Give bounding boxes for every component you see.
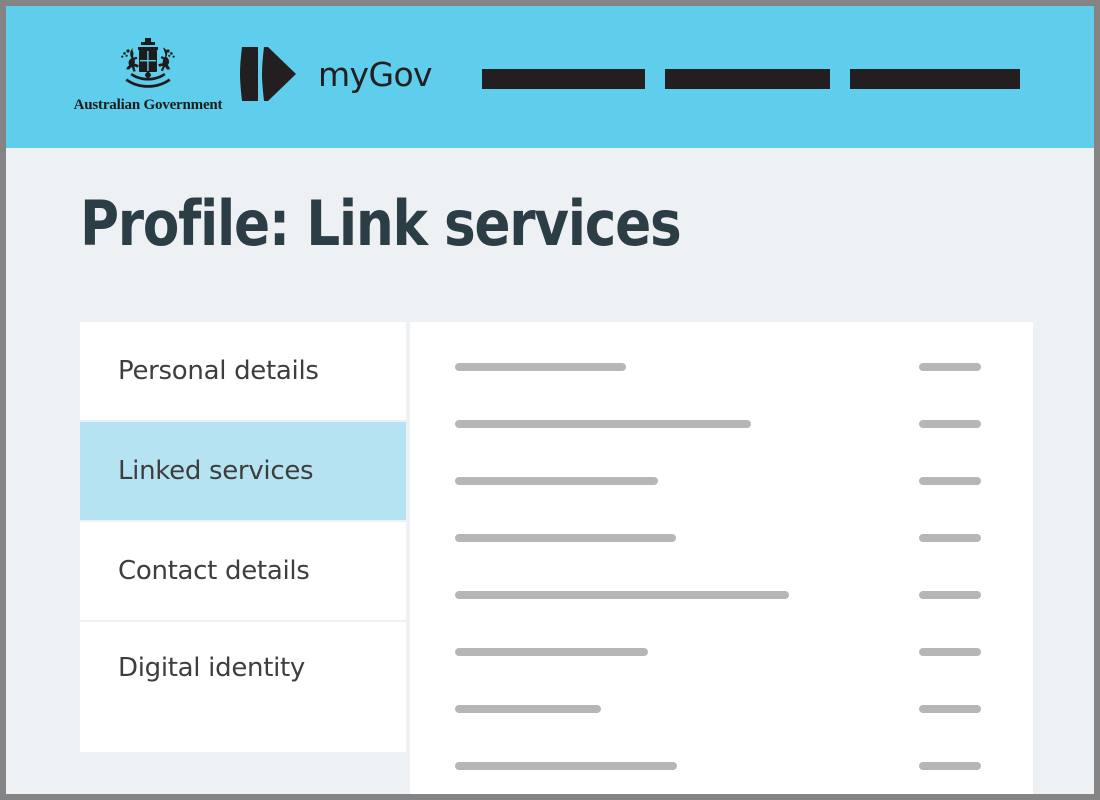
page-title: Profile: Link services xyxy=(80,187,682,260)
site-header: Australian Government myGov xyxy=(6,6,1094,148)
profile-side-nav: Personal details Linked services Contact… xyxy=(80,322,406,752)
content-placeholder-action xyxy=(919,420,981,428)
content-placeholder-action xyxy=(919,477,981,485)
content-placeholder-bar xyxy=(455,477,658,485)
content-placeholder-bar xyxy=(455,591,789,599)
content-placeholder-action xyxy=(919,591,981,599)
sidebar-item-linked-services[interactable]: Linked services xyxy=(80,422,406,522)
header-nav-item-2[interactable] xyxy=(665,69,830,89)
content-placeholder-bar xyxy=(455,363,626,371)
mygov-logo[interactable]: myGov xyxy=(240,43,433,105)
mygov-arrow-icon xyxy=(240,47,296,101)
page-body: Profile: Link services Personal details … xyxy=(6,148,1094,794)
header-nav-item-1[interactable] xyxy=(482,69,645,89)
content-placeholder-bar xyxy=(455,762,677,770)
australian-government-logo[interactable]: Australian Government xyxy=(74,34,223,114)
content-placeholder-action xyxy=(919,534,981,542)
content-placeholder-row xyxy=(410,534,1033,542)
sidebar-item-label: Personal details xyxy=(118,356,319,386)
content-placeholder-action xyxy=(919,363,981,371)
content-placeholder-action xyxy=(919,648,981,656)
linked-services-content-panel xyxy=(410,322,1033,794)
content-placeholder-row xyxy=(410,762,1033,770)
content-placeholder-bar xyxy=(455,534,676,542)
sidebar-item-label: Digital identity xyxy=(118,653,305,683)
header-nav xyxy=(482,69,1020,89)
header-nav-item-3[interactable] xyxy=(850,69,1020,89)
content-placeholder-action xyxy=(919,705,981,713)
sidebar-item-label: Contact details xyxy=(118,556,310,586)
content-placeholder-row xyxy=(410,591,1033,599)
content-placeholder-row xyxy=(410,477,1033,485)
content-placeholder-action xyxy=(919,762,981,770)
content-placeholder-row xyxy=(410,648,1033,656)
brand-lockup: Australian Government myGov xyxy=(74,34,433,114)
content-placeholder-bar xyxy=(455,420,751,428)
sidebar-item-digital-identity[interactable]: Digital identity xyxy=(80,622,406,752)
content-placeholder-row xyxy=(410,420,1033,428)
sidebar-item-contact-details[interactable]: Contact details xyxy=(80,522,406,622)
content-placeholder-bar xyxy=(455,705,601,713)
sidebar-item-personal-details[interactable]: Personal details xyxy=(80,322,406,422)
content-placeholder-bar xyxy=(455,648,648,656)
australian-government-label: Australian Government xyxy=(73,97,223,113)
content-placeholder-row xyxy=(410,363,1033,371)
mygov-wordmark: myGov xyxy=(318,54,433,94)
mygov-profile-screenshot: Australian Government myGov Profile: Lin… xyxy=(0,0,1100,800)
content-placeholder-row xyxy=(410,705,1033,713)
australian-coat-of-arms-icon xyxy=(121,38,175,88)
sidebar-item-label: Linked services xyxy=(118,456,314,486)
